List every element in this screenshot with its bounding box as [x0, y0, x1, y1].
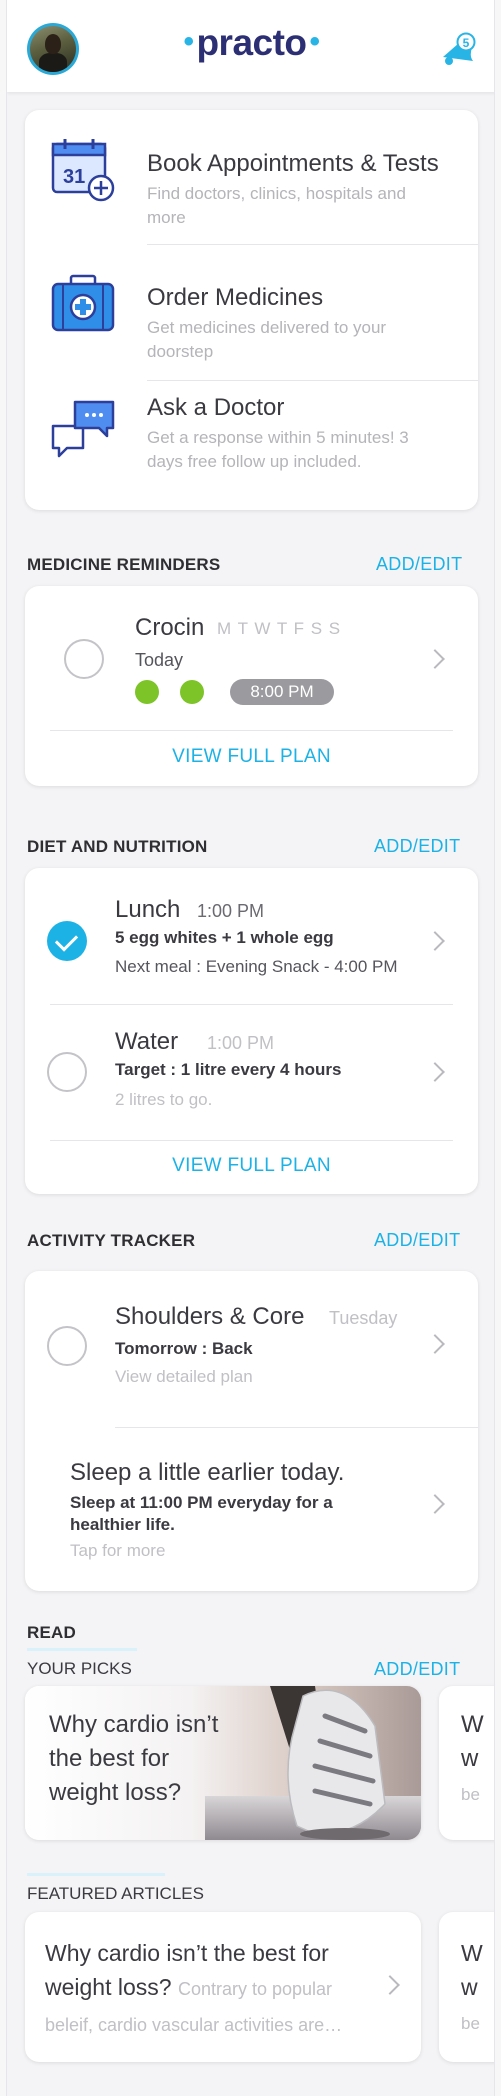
- workout-tomorrow: Tomorrow : Back: [115, 1339, 253, 1358]
- medicine-reminder-card: Crocin M T W T F S S Today 8:00 PM VIEW …: [25, 586, 478, 786]
- app-header: •practo • 5: [7, 0, 494, 92]
- read-underline: [27, 1648, 137, 1651]
- svg-text:31: 31: [63, 166, 85, 188]
- services-card: 31 Book Appointments & Tests Find doctor…: [25, 110, 478, 510]
- tap-for-more-link[interactable]: Tap for more: [70, 1541, 165, 1561]
- article-title-peek: Ww be: [461, 1940, 483, 2033]
- dose-taken-dot: [135, 680, 159, 704]
- water-name: Water: [115, 1028, 179, 1055]
- picks-add-edit-link[interactable]: ADD/EDIT: [374, 1659, 460, 1680]
- medicine-view-full-plan-link[interactable]: VIEW FULL PLAN: [25, 746, 478, 768]
- divider: [115, 1427, 478, 1428]
- service-description: Find doctors, clinics, hospitals and mor…: [147, 184, 406, 227]
- pick-card-next[interactable]: Ww be: [439, 1686, 494, 1840]
- reminder-time-pill: 8:00 PM: [230, 679, 334, 705]
- meal-detail: 5 egg whites + 1 whole egg: [115, 928, 334, 947]
- diet-nutrition-heading: DIET AND NUTRITION: [27, 837, 208, 856]
- pick-title: Why cardio isn’t the best for weight los…: [49, 1711, 219, 1806]
- activity-card: Shoulders & Core Tuesday Tomorrow : Back…: [25, 1271, 478, 1591]
- notification-count: 5: [463, 36, 470, 50]
- reminder-checkbox[interactable]: [64, 639, 104, 679]
- chevron-right-icon[interactable]: [425, 649, 445, 669]
- water-target: Target : 1 litre every 4 hours: [115, 1060, 342, 1079]
- workout-checkbox[interactable]: [47, 1326, 87, 1366]
- sleep-detail: Sleep at 11:00 PM everyday for a: [70, 1493, 333, 1512]
- calendar-plus-icon: 31: [51, 139, 115, 202]
- featured-underline: [27, 1873, 165, 1876]
- book-appointments-item[interactable]: 31 Book Appointments & Tests Find doctor…: [25, 110, 478, 230]
- water-checkbox[interactable]: [47, 1052, 87, 1092]
- divider: [50, 730, 453, 731]
- notification-bell-icon[interactable]: 5: [437, 28, 479, 70]
- sleep-detail: healthier life.: [70, 1515, 175, 1534]
- activity-tracker-heading: ACTIVITY TRACKER: [27, 1231, 196, 1250]
- activity-add-edit-link[interactable]: ADD/EDIT: [374, 1230, 460, 1251]
- medicine-add-edit-link[interactable]: ADD/EDIT: [376, 554, 462, 575]
- divider: [50, 1004, 453, 1005]
- read-heading: READ: [27, 1623, 76, 1642]
- medicine-box-icon: [51, 274, 115, 332]
- lunch-checkbox[interactable]: [47, 921, 87, 961]
- dose-taken-dot: [180, 680, 204, 704]
- chevron-right-icon[interactable]: [425, 931, 445, 951]
- view-detailed-plan-link[interactable]: View detailed plan: [115, 1367, 253, 1387]
- medicine-name: Crocin: [135, 614, 205, 641]
- service-title: Ask a Doctor: [147, 394, 285, 421]
- water-time: 1:00 PM: [207, 1033, 275, 1053]
- medicine-reminders-heading: MEDICINE REMINDERS: [27, 555, 221, 574]
- featured-article-card-next[interactable]: Ww be: [439, 1912, 494, 2062]
- workout-name: Shoulders & Core: [115, 1303, 305, 1330]
- next-meal: Next meal : Evening Snack - 4:00 PM: [115, 957, 398, 976]
- diet-view-full-plan-link[interactable]: VIEW FULL PLAN: [25, 1155, 478, 1177]
- medicine-days: M T W T F S S: [217, 619, 342, 638]
- service-description: Get a response within 5 minutes! 3 days …: [147, 428, 409, 471]
- pick-title-peek: Ww be: [461, 1711, 484, 1804]
- service-title: Order Medicines: [147, 284, 324, 311]
- divider: [50, 1140, 453, 1141]
- reminder-when: Today: [135, 650, 184, 670]
- featured-articles-heading: FEATURED ARTICLES: [27, 1884, 204, 1903]
- chevron-right-icon[interactable]: [380, 1975, 400, 1995]
- order-medicines-item[interactable]: Order Medicines Get medicines delivered …: [25, 244, 478, 364]
- meal-name: Lunch: [115, 896, 181, 923]
- article-title: Why cardio isn’t the best for weight los…: [45, 1940, 343, 2035]
- workout-day: Tuesday: [329, 1308, 398, 1328]
- service-description: Get medicines delivered to your doorstep: [147, 318, 387, 361]
- diet-add-edit-link[interactable]: ADD/EDIT: [374, 836, 460, 857]
- water-remaining: 2 litres to go.: [115, 1090, 213, 1109]
- service-title: Book Appointments & Tests: [147, 150, 439, 177]
- sleep-title: Sleep a little earlier today.: [70, 1459, 345, 1486]
- chevron-right-icon[interactable]: [425, 1494, 445, 1514]
- app-screen: •practo • 5 31 Book Appointments & Tests …: [6, 0, 495, 2096]
- chevron-right-icon[interactable]: [425, 1334, 445, 1354]
- pick-card[interactable]: Why cardio isn’t the best for weight los…: [25, 1686, 421, 1840]
- your-picks-heading: YOUR PICKS: [27, 1659, 132, 1678]
- chat-bubbles-icon: [51, 400, 115, 458]
- chevron-right-icon[interactable]: [425, 1062, 445, 1082]
- ask-doctor-item[interactable]: Ask a Doctor Get a response within 5 min…: [25, 366, 478, 486]
- practo-logo: •practo •: [183, 22, 320, 63]
- featured-article-card[interactable]: Why cardio isn’t the best for weight los…: [25, 1912, 421, 2062]
- diet-card: Lunch 1:00 PM 5 egg whites + 1 whole egg…: [25, 868, 478, 1194]
- meal-time: 1:00 PM: [197, 901, 265, 921]
